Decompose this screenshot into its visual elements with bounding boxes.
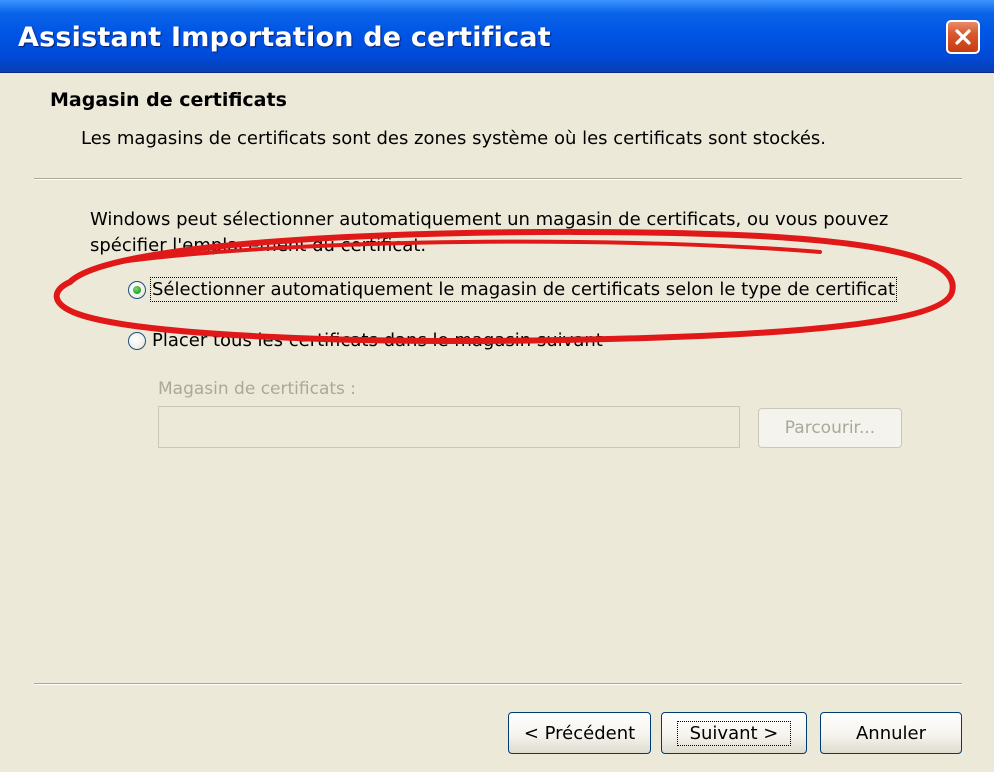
certificate-store-label: Magasin de certificats :: [158, 379, 357, 399]
footer-divider: [34, 683, 962, 685]
next-button-label: Suivant >: [676, 720, 792, 746]
radio-auto-select-label[interactable]: Sélectionner automatiquement le magasin …: [149, 277, 898, 302]
intro-text: Windows peut sélectionner automatiquemen…: [90, 209, 889, 256]
close-icon: [955, 29, 971, 45]
cancel-button[interactable]: Annuler: [820, 712, 962, 754]
radio-button-manual[interactable]: [128, 331, 146, 350]
close-button[interactable]: [946, 20, 980, 54]
window-title: Assistant Importation de certificat: [18, 22, 551, 53]
previous-button[interactable]: < Précédent: [508, 712, 651, 754]
page-heading: Magasin de certificats: [50, 89, 287, 111]
header-divider: [34, 178, 962, 180]
browse-button[interactable]: Parcourir...: [758, 408, 902, 448]
radio-auto-select[interactable]: Sélectionner automatiquement le magasin …: [128, 277, 898, 302]
red-highlight-annotation: [53, 228, 956, 344]
radio-place-in-store[interactable]: Placer tous les certificats dans le maga…: [128, 330, 603, 351]
certificate-store-field[interactable]: [158, 406, 740, 448]
page-description: Les magasins de certificats sont des zon…: [81, 128, 827, 149]
next-button[interactable]: Suivant >: [661, 712, 807, 754]
radio-place-in-store-label[interactable]: Placer tous les certificats dans le maga…: [152, 330, 603, 351]
certificate-import-wizard-window: Assistant Importation de certificat Maga…: [0, 0, 994, 772]
title-bar[interactable]: Assistant Importation de certificat: [0, 0, 994, 73]
radio-button-auto[interactable]: [128, 280, 146, 299]
